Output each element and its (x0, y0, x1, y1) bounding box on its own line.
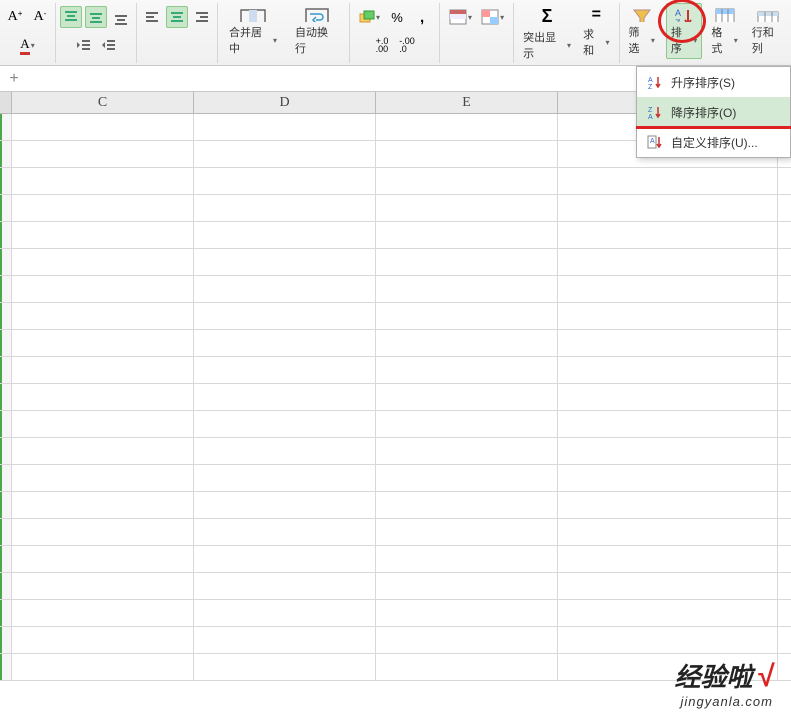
font-color-button[interactable]: A▾ (17, 34, 39, 56)
currency-format-button[interactable]: ▾ (356, 6, 383, 28)
sort-asc-icon: AZ (647, 74, 663, 90)
highlight-button[interactable]: Σ 突出显示▾ (518, 3, 576, 59)
table-style-icon (449, 9, 467, 25)
decrease-decimal-button[interactable]: -.00.0 (396, 34, 418, 56)
sigma-icon: Σ (542, 6, 553, 27)
sort-dropdown-menu: AZ 升序排序(S) ZA 降序排序(O) A 自定义排序(U)... (636, 66, 791, 158)
svg-text:A: A (648, 77, 653, 84)
menu-label: 自定义排序(U)... (671, 134, 758, 151)
filter-button[interactable]: 筛选▾ (624, 3, 660, 59)
table-row (0, 330, 791, 357)
increase-font-button[interactable]: A+ (4, 6, 26, 28)
align-middle-button[interactable] (85, 6, 107, 28)
menu-label: 降序排序(O) (671, 104, 736, 121)
table-row (0, 195, 791, 222)
add-sheet-button[interactable]: + (6, 71, 22, 87)
col-header-d[interactable]: D (194, 92, 376, 113)
align-center-button[interactable] (166, 6, 188, 28)
grid-rows (0, 114, 791, 681)
svg-text:Z: Z (675, 18, 681, 22)
menu-label: 升序排序(S) (671, 74, 735, 91)
annotation-underline (636, 126, 791, 129)
table-row (0, 411, 791, 438)
cond-format-icon (481, 9, 499, 25)
table-row (0, 546, 791, 573)
merge-center-button[interactable]: 合并居中▾ (224, 3, 282, 59)
table-row (0, 276, 791, 303)
sort-desc-icon: ZA (647, 104, 663, 120)
table-row (0, 600, 791, 627)
col-header-c[interactable]: C (12, 92, 194, 113)
table-row (0, 492, 791, 519)
table-row (0, 384, 791, 411)
table-row (0, 357, 791, 384)
wrap-text-button[interactable]: 自动换行 (290, 3, 343, 59)
col-header-stub[interactable] (0, 92, 12, 113)
align-top-button[interactable] (60, 6, 82, 28)
spreadsheet-grid: C D E (0, 92, 791, 712)
sort-asc-menuitem[interactable]: AZ 升序排序(S) (637, 67, 790, 97)
watermark: 经验啦 √ jingyanla.com (675, 657, 773, 709)
wrap-icon (303, 6, 331, 22)
svg-text:Z: Z (648, 84, 653, 90)
row-col-button[interactable]: 行和列 (747, 3, 789, 59)
percent-format-button[interactable]: % (386, 6, 408, 28)
comma-format-button[interactable]: , (411, 6, 433, 28)
check-icon: √ (757, 660, 773, 694)
table-row (0, 222, 791, 249)
align-bottom-button[interactable] (110, 6, 132, 28)
conditional-format-button[interactable]: ▾ (478, 6, 507, 28)
watermark-text: 经验啦 (675, 657, 753, 694)
table-row (0, 519, 791, 546)
equals-icon: = (592, 6, 601, 24)
table-row (0, 168, 791, 195)
sort-desc-menuitem[interactable]: ZA 降序排序(O) (637, 97, 790, 127)
col-header-e[interactable]: E (376, 92, 558, 113)
format-button[interactable]: 格式▾ (706, 3, 742, 59)
table-row (0, 465, 791, 492)
table-row (0, 249, 791, 276)
sum-button[interactable]: = 求和▾ (578, 3, 614, 59)
svg-text:A: A (650, 138, 655, 145)
decrease-font-button[interactable]: A- (29, 6, 51, 28)
align-left-button[interactable] (141, 6, 163, 28)
decrease-indent-button[interactable] (73, 34, 95, 56)
table-row (0, 627, 791, 654)
format-icon (713, 6, 737, 22)
sort-custom-icon: A (647, 134, 663, 150)
merge-icon (239, 6, 267, 22)
increase-decimal-button[interactable]: +.0.00 (371, 34, 393, 56)
table-row (0, 438, 791, 465)
sort-button[interactable]: A Z 排序▾ (666, 3, 702, 59)
table-row (0, 573, 791, 600)
sort-icon: A Z (672, 6, 696, 22)
cell-style-button[interactable]: ▾ (446, 6, 475, 28)
svg-text:A: A (675, 8, 681, 18)
funnel-icon (631, 6, 653, 22)
align-right-button[interactable] (191, 6, 213, 28)
svg-text:Z: Z (648, 107, 653, 114)
currency-icon (359, 9, 375, 25)
table-row (0, 654, 791, 681)
watermark-url: jingyanla.com (675, 694, 773, 709)
svg-text:A: A (648, 114, 653, 120)
ribbon-toolbar: A+ A- A▾ (0, 0, 791, 66)
sort-custom-menuitem[interactable]: A 自定义排序(U)... (637, 127, 790, 157)
table-row (0, 303, 791, 330)
rowcol-icon (756, 6, 780, 22)
increase-indent-button[interactable] (98, 34, 120, 56)
